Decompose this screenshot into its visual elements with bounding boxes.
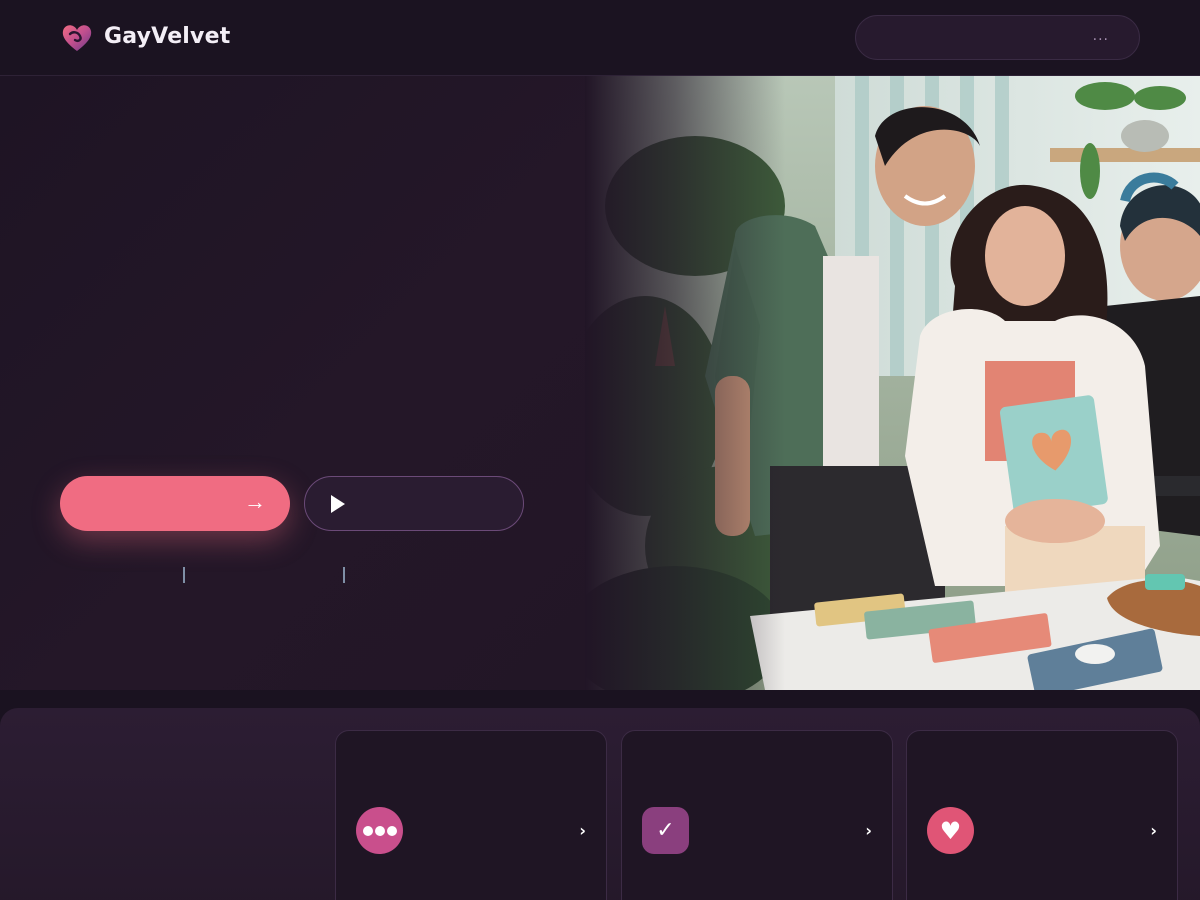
arrow-right-icon: → xyxy=(244,489,266,514)
hero-gradient-overlay xyxy=(585,76,785,690)
stat-divider xyxy=(343,567,345,583)
chevron-right-icon: › xyxy=(579,821,586,840)
brand-name[interactable]: GayVelvet xyxy=(104,24,230,49)
chat-dots-icon xyxy=(356,807,403,854)
site-header: GayVelvet ... xyxy=(0,0,1200,76)
search-input[interactable]: ... xyxy=(855,15,1140,60)
feature-card-chat[interactable]: › xyxy=(335,730,607,900)
check-icon: ✓ xyxy=(642,807,689,854)
feature-card-heart[interactable]: ♥ › xyxy=(906,730,1178,900)
heart-icon: ♥ xyxy=(927,807,974,854)
hero-panel xyxy=(0,76,640,690)
page: GayVelvet ... → › ✓ › ♥ › xyxy=(0,0,1200,900)
logo-heart-icon[interactable] xyxy=(60,22,94,54)
stat-divider xyxy=(183,567,185,583)
play-icon xyxy=(331,495,345,513)
primary-cta-button[interactable]: → xyxy=(60,476,290,531)
chevron-right-icon: › xyxy=(1150,821,1157,840)
chevron-right-icon: › xyxy=(865,821,872,840)
play-video-button[interactable] xyxy=(304,476,524,531)
search-input-value: ... xyxy=(1092,28,1109,44)
feature-card-check[interactable]: ✓ › xyxy=(621,730,893,900)
